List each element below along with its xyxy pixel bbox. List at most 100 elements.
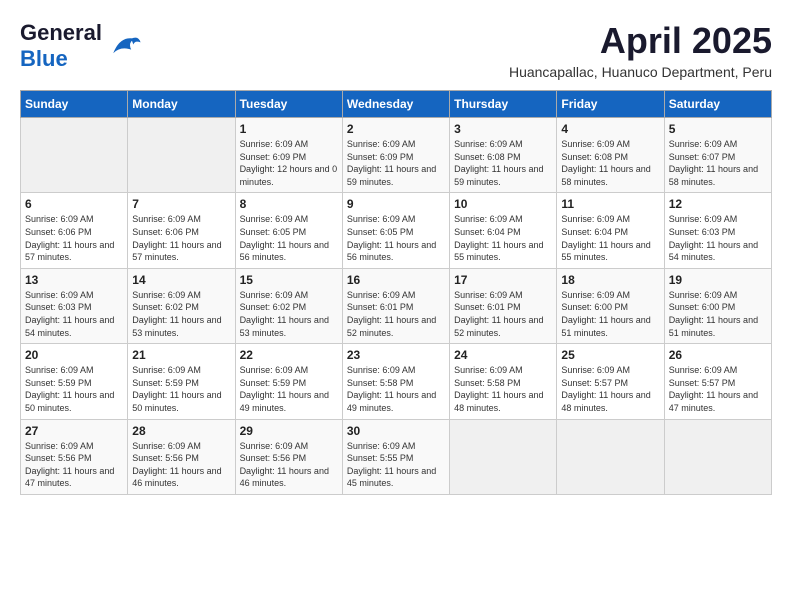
calendar-cell: 10Sunrise: 6:09 AMSunset: 6:04 PMDayligh… (450, 193, 557, 268)
day-number: 9 (347, 197, 445, 211)
day-number: 17 (454, 273, 552, 287)
calendar-week-row: 13 Sunrise: 6:09 AMSunset: 6:03 PMDayligh… (21, 268, 772, 343)
day-number: 10 (454, 197, 552, 211)
calendar-cell (664, 419, 771, 494)
day-number: 22 (240, 348, 338, 362)
calendar-cell: 16 Sunrise: 6:09 AMSunset: 6:01 PMDayligh… (342, 268, 449, 343)
day-info: Sunrise: 6:09 AMSunset: 6:02 PMDaylight:… (132, 289, 230, 339)
day-number: 6 (25, 197, 123, 211)
calendar-cell: 25 Sunrise: 6:09 AMSunset: 5:57 PMDayligh… (557, 344, 664, 419)
calendar-cell: 18 Sunrise: 6:09 AMSunset: 6:00 PMDayligh… (557, 268, 664, 343)
day-info: Sunrise: 6:09 AMSunset: 5:56 PMDaylight:… (25, 440, 123, 490)
calendar-cell (450, 419, 557, 494)
day-info: Sunrise: 6:09 AMSunset: 5:58 PMDaylight:… (454, 364, 552, 414)
day-info: Sunrise: 6:09 AMSunset: 6:01 PMDaylight:… (347, 289, 445, 339)
day-info: Sunrise: 6:09 AMSunset: 5:58 PMDaylight:… (347, 364, 445, 414)
day-info: Sunrise: 6:09 AMSunset: 6:06 PMDaylight:… (25, 213, 123, 263)
day-number: 2 (347, 122, 445, 136)
day-info: Sunrise: 6:09 AMSunset: 6:04 PMDaylight:… (561, 213, 659, 263)
day-info: Sunrise: 6:09 AMSunset: 5:57 PMDaylight:… (561, 364, 659, 414)
day-number: 19 (669, 273, 767, 287)
calendar-cell: 22 Sunrise: 6:09 AMSunset: 5:59 PMDayligh… (235, 344, 342, 419)
day-number: 13 (25, 273, 123, 287)
day-number: 11 (561, 197, 659, 211)
day-number: 26 (669, 348, 767, 362)
day-number: 29 (240, 424, 338, 438)
day-info: Sunrise: 6:09 AMSunset: 6:02 PMDaylight:… (240, 289, 338, 339)
day-info: Sunrise: 6:09 AMSunset: 6:05 PMDaylight:… (347, 213, 445, 263)
day-info: Sunrise: 6:09 AMSunset: 6:09 PMDaylight:… (240, 138, 338, 188)
day-number: 25 (561, 348, 659, 362)
calendar-cell: 4Sunrise: 6:09 AMSunset: 6:08 PMDaylight… (557, 118, 664, 193)
day-info: Sunrise: 6:09 AMSunset: 5:57 PMDaylight:… (669, 364, 767, 414)
day-number: 7 (132, 197, 230, 211)
logo-text: General Blue (20, 20, 102, 72)
day-info: Sunrise: 6:09 AMSunset: 6:03 PMDaylight:… (669, 213, 767, 263)
calendar-cell: 8 Sunrise: 6:09 AMSunset: 6:05 PMDaylight… (235, 193, 342, 268)
calendar-cell: 13 Sunrise: 6:09 AMSunset: 6:03 PMDayligh… (21, 268, 128, 343)
day-number: 1 (240, 122, 338, 136)
calendar-day-header: Thursday (450, 91, 557, 118)
calendar-week-row: 27 Sunrise: 6:09 AMSunset: 5:56 PMDayligh… (21, 419, 772, 494)
calendar-cell: 30 Sunrise: 6:09 AMSunset: 5:55 PMDayligh… (342, 419, 449, 494)
day-info: Sunrise: 6:09 AMSunset: 6:08 PMDaylight:… (454, 138, 552, 188)
day-number: 8 (240, 197, 338, 211)
day-info: Sunrise: 6:09 AMSunset: 6:07 PMDaylight:… (669, 138, 767, 188)
day-info: Sunrise: 6:09 AMSunset: 5:59 PMDaylight:… (25, 364, 123, 414)
day-number: 18 (561, 273, 659, 287)
day-info: Sunrise: 6:09 AMSunset: 6:06 PMDaylight:… (132, 213, 230, 263)
day-info: Sunrise: 6:09 AMSunset: 5:56 PMDaylight:… (132, 440, 230, 490)
day-number: 27 (25, 424, 123, 438)
month-title: April 2025 (509, 20, 772, 62)
day-info: Sunrise: 6:09 AMSunset: 5:59 PMDaylight:… (132, 364, 230, 414)
location: Huancapallac, Huanuco Department, Peru (509, 64, 772, 80)
calendar-cell: 24 Sunrise: 6:09 AMSunset: 5:58 PMDayligh… (450, 344, 557, 419)
calendar-cell: 21Sunrise: 6:09 AMSunset: 5:59 PMDayligh… (128, 344, 235, 419)
day-number: 23 (347, 348, 445, 362)
calendar-cell: 17Sunrise: 6:09 AMSunset: 6:01 PMDayligh… (450, 268, 557, 343)
calendar-cell (128, 118, 235, 193)
calendar-cell: 29 Sunrise: 6:09 AMSunset: 5:56 PMDayligh… (235, 419, 342, 494)
calendar-day-header: Monday (128, 91, 235, 118)
day-info: Sunrise: 6:09 AMSunset: 6:09 PMDaylight:… (347, 138, 445, 188)
calendar-cell: 1 Sunrise: 6:09 AMSunset: 6:09 PMDaylight… (235, 118, 342, 193)
logo: General Blue (20, 20, 142, 72)
day-number: 14 (132, 273, 230, 287)
day-info: Sunrise: 6:09 AMSunset: 5:59 PMDaylight:… (240, 364, 338, 414)
calendar-cell: 19 Sunrise: 6:09 AMSunset: 6:00 PMDayligh… (664, 268, 771, 343)
day-info: Sunrise: 6:09 AMSunset: 6:00 PMDaylight:… (669, 289, 767, 339)
calendar-cell: 14 Sunrise: 6:09 AMSunset: 6:02 PMDayligh… (128, 268, 235, 343)
calendar-cell: 26 Sunrise: 6:09 AMSunset: 5:57 PMDayligh… (664, 344, 771, 419)
calendar-cell: 2 Sunrise: 6:09 AMSunset: 6:09 PMDaylight… (342, 118, 449, 193)
calendar-cell: 7 Sunrise: 6:09 AMSunset: 6:06 PMDaylight… (128, 193, 235, 268)
logo-icon (106, 28, 142, 64)
day-number: 24 (454, 348, 552, 362)
calendar-cell: 20Sunrise: 6:09 AMSunset: 5:59 PMDayligh… (21, 344, 128, 419)
calendar-cell: 15 Sunrise: 6:09 AMSunset: 6:02 PMDayligh… (235, 268, 342, 343)
calendar-day-header: Friday (557, 91, 664, 118)
calendar-week-row: 20Sunrise: 6:09 AMSunset: 5:59 PMDayligh… (21, 344, 772, 419)
calendar-day-header: Saturday (664, 91, 771, 118)
calendar-cell (21, 118, 128, 193)
calendar-cell: 6 Sunrise: 6:09 AMSunset: 6:06 PMDaylight… (21, 193, 128, 268)
day-info: Sunrise: 6:09 AMSunset: 6:03 PMDaylight:… (25, 289, 123, 339)
day-info: Sunrise: 6:09 AMSunset: 5:55 PMDaylight:… (347, 440, 445, 490)
day-number: 12 (669, 197, 767, 211)
day-number: 16 (347, 273, 445, 287)
day-info: Sunrise: 6:09 AMSunset: 6:05 PMDaylight:… (240, 213, 338, 263)
calendar-table: SundayMondayTuesdayWednesdayThursdayFrid… (20, 90, 772, 495)
day-number: 30 (347, 424, 445, 438)
page-header: General Blue April 2025 Huancapallac, Hu… (20, 20, 772, 80)
day-info: Sunrise: 6:09 AMSunset: 5:56 PMDaylight:… (240, 440, 338, 490)
calendar-cell: 3Sunrise: 6:09 AMSunset: 6:08 PMDaylight… (450, 118, 557, 193)
day-number: 4 (561, 122, 659, 136)
calendar-day-header: Tuesday (235, 91, 342, 118)
calendar-cell: 11 Sunrise: 6:09 AMSunset: 6:04 PMDayligh… (557, 193, 664, 268)
day-info: Sunrise: 6:09 AMSunset: 6:00 PMDaylight:… (561, 289, 659, 339)
day-number: 15 (240, 273, 338, 287)
day-number: 5 (669, 122, 767, 136)
calendar-cell: 9 Sunrise: 6:09 AMSunset: 6:05 PMDaylight… (342, 193, 449, 268)
calendar-day-header: Sunday (21, 91, 128, 118)
calendar-cell (557, 419, 664, 494)
logo-general: General (20, 20, 102, 45)
